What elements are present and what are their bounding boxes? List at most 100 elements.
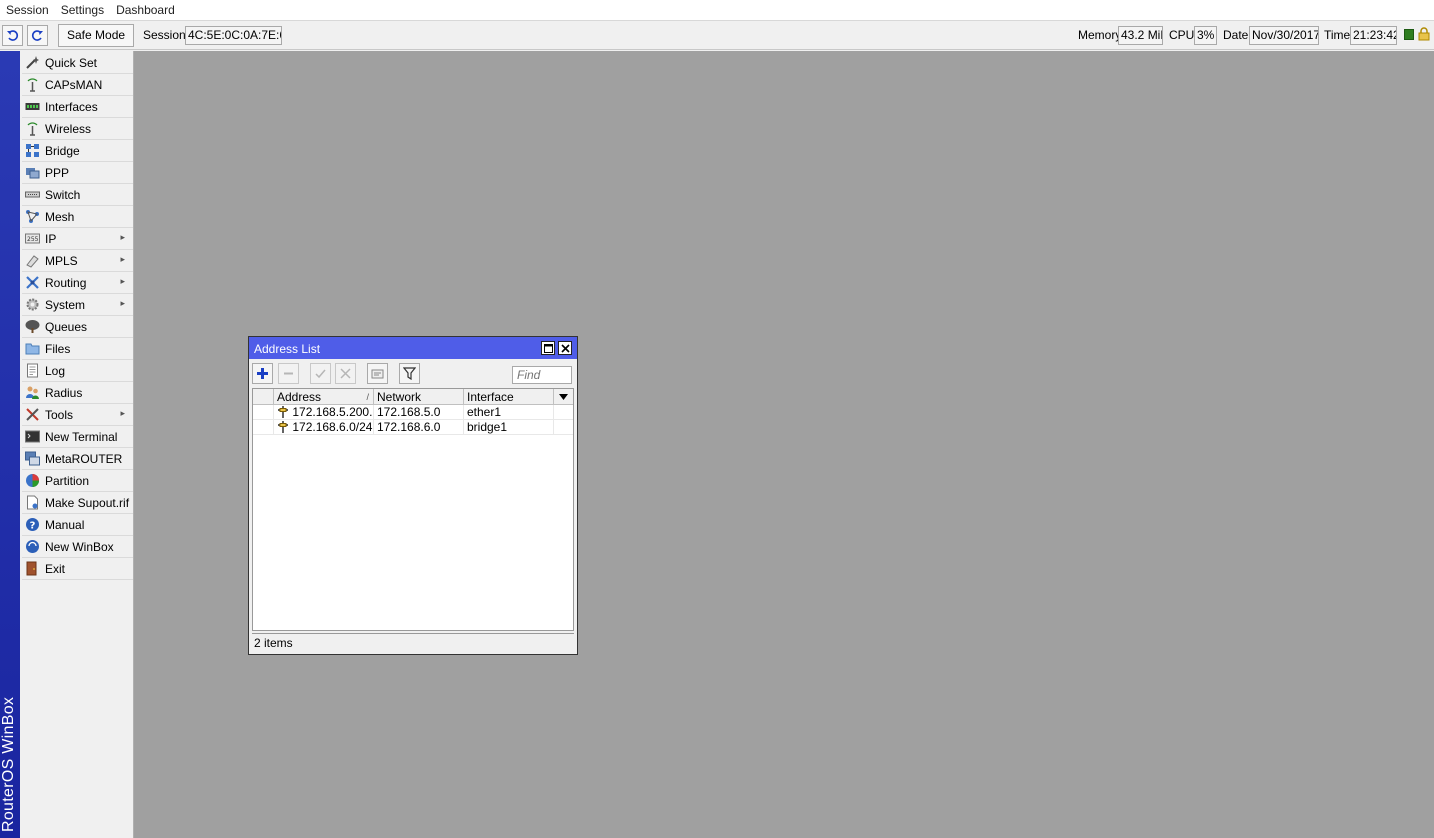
cell-interface: bridge1 xyxy=(464,420,554,435)
switch-icon xyxy=(24,187,40,203)
table-row[interactable]: 172.168.5.200... 172.168.5.0 ether1 xyxy=(253,405,573,420)
sidebar-item-wireless[interactable]: Wireless xyxy=(22,118,133,140)
cell-interface: ether1 xyxy=(464,405,554,420)
sidebar-item-make-supout[interactable]: Make Supout.rif xyxy=(22,492,133,514)
table-row[interactable]: 172.168.6.0/24 172.168.6.0 bridge1 xyxy=(253,420,573,435)
sort-indicator: / xyxy=(366,392,369,402)
session-label: Session: xyxy=(143,28,190,42)
bridge-icon xyxy=(24,143,40,159)
sidebar-item-capsman[interactable]: CAPsMAN xyxy=(22,74,133,96)
column-header-interface[interactable]: Interface xyxy=(464,389,554,405)
column-chooser-button[interactable] xyxy=(554,389,573,405)
ip-icon: 255 xyxy=(24,231,40,247)
address-list-window: Address List Address / Network Inte xyxy=(248,336,578,655)
antenna-icon xyxy=(24,77,40,93)
tools-icon xyxy=(24,407,40,423)
sidebar-item-log[interactable]: Log xyxy=(22,360,133,382)
menu-dashboard[interactable]: Dashboard xyxy=(110,0,181,21)
svg-text:?: ? xyxy=(29,520,35,531)
filter-button[interactable] xyxy=(399,363,420,384)
submenu-arrow-icon: ▸ xyxy=(120,298,125,308)
antenna-icon xyxy=(24,121,40,137)
globe-icon xyxy=(24,539,40,555)
maximize-button[interactable] xyxy=(541,341,555,355)
cell-network: 172.168.5.0 xyxy=(374,405,464,420)
column-header-network[interactable]: Network xyxy=(374,389,464,405)
sidebar-item-interfaces[interactable]: Interfaces xyxy=(22,96,133,118)
sidebar-item-mpls[interactable]: MPLS ▸ xyxy=(22,250,133,272)
enable-button[interactable] xyxy=(310,363,331,384)
status-indicator xyxy=(1404,29,1414,40)
wand-icon xyxy=(24,55,40,71)
sidebar-item-switch[interactable]: Switch xyxy=(22,184,133,206)
window-title: Address List xyxy=(254,342,321,356)
table-header: Address / Network Interface xyxy=(253,389,573,405)
help-icon: ? xyxy=(24,517,40,533)
sidebar-item-exit[interactable]: Exit xyxy=(22,558,133,580)
menu-session[interactable]: Session xyxy=(0,0,55,21)
column-header-address[interactable]: Address / xyxy=(274,389,374,405)
metarouter-icon xyxy=(24,451,40,467)
remove-button[interactable] xyxy=(278,363,299,384)
cell-network: 172.168.6.0 xyxy=(374,420,464,435)
sidebar-item-bridge[interactable]: Bridge xyxy=(22,140,133,162)
terminal-icon xyxy=(24,429,40,445)
filter-icon xyxy=(403,367,416,380)
sidebar-item-partition[interactable]: Partition xyxy=(22,470,133,492)
session-value: 4C:5E:0C:0A:7E:62 xyxy=(185,26,282,45)
brand-bar: RouterOS WinBox xyxy=(0,51,20,838)
sidebar-item-new-terminal[interactable]: New Terminal xyxy=(22,426,133,448)
menu-settings[interactable]: Settings xyxy=(55,0,110,21)
safe-mode-button[interactable]: Safe Mode xyxy=(58,24,135,47)
dropdown-triangle-icon xyxy=(559,394,568,400)
sidebar-item-routing[interactable]: Routing ▸ xyxy=(22,272,133,294)
disable-button[interactable] xyxy=(335,363,356,384)
sidebar-item-mesh[interactable]: Mesh xyxy=(22,206,133,228)
queues-icon xyxy=(24,319,40,335)
undo-button[interactable] xyxy=(2,25,23,46)
column-header-flags[interactable] xyxy=(253,389,274,405)
mpls-icon xyxy=(24,253,40,269)
plus-icon xyxy=(257,368,268,379)
comment-button[interactable] xyxy=(367,363,388,384)
window-titlebar[interactable]: Address List xyxy=(249,337,577,359)
close-icon xyxy=(560,343,570,353)
address-table: Address / Network Interface 172.168.5.20… xyxy=(252,388,574,631)
undo-icon xyxy=(7,30,19,41)
toolbar: Safe Mode Session: 4C:5E:0C:0A:7E:62 Mem… xyxy=(0,21,1434,50)
redo-button[interactable] xyxy=(27,25,48,46)
sidebar-item-metarouter[interactable]: MetaROUTER xyxy=(22,448,133,470)
sidebar-item-queues[interactable]: Queues xyxy=(22,316,133,338)
sidebar-item-ppp[interactable]: PPP xyxy=(22,162,133,184)
sidebar-item-ip[interactable]: 255 IP ▸ xyxy=(22,228,133,250)
sidebar-item-tools[interactable]: Tools ▸ xyxy=(22,404,133,426)
minus-icon xyxy=(284,372,293,375)
interfaces-icon xyxy=(24,99,40,115)
document-icon xyxy=(24,495,40,511)
sidebar-item-system[interactable]: System ▸ xyxy=(22,294,133,316)
sidebar-item-files[interactable]: Files xyxy=(22,338,133,360)
comment-icon xyxy=(371,369,384,379)
submenu-arrow-icon: ▸ xyxy=(120,408,125,418)
lock-icon xyxy=(1418,27,1430,44)
close-button[interactable] xyxy=(558,341,572,355)
gear-icon xyxy=(24,297,40,313)
folder-icon xyxy=(24,341,40,357)
exit-door-icon xyxy=(24,561,40,577)
find-input[interactable] xyxy=(512,366,572,384)
add-button[interactable] xyxy=(252,363,273,384)
sidebar: Quick Set CAPsMAN Interfaces Wireless Br… xyxy=(20,51,134,838)
sidebar-item-quick-set[interactable]: Quick Set xyxy=(22,52,133,74)
sidebar-item-new-winbox[interactable]: New WinBox xyxy=(22,536,133,558)
sidebar-item-manual[interactable]: ? Manual xyxy=(22,514,133,536)
ppp-icon xyxy=(24,165,40,181)
brand-title: RouterOS WinBox xyxy=(0,696,17,832)
users-icon xyxy=(24,385,40,401)
cpu-value: 3% xyxy=(1194,26,1217,45)
status-bar: 2 items xyxy=(252,633,574,651)
submenu-arrow-icon: ▸ xyxy=(120,232,125,242)
pie-icon xyxy=(24,473,40,489)
time-value: 21:23:42 xyxy=(1350,26,1397,45)
sidebar-item-radius[interactable]: Radius xyxy=(22,382,133,404)
submenu-arrow-icon: ▸ xyxy=(120,254,125,264)
